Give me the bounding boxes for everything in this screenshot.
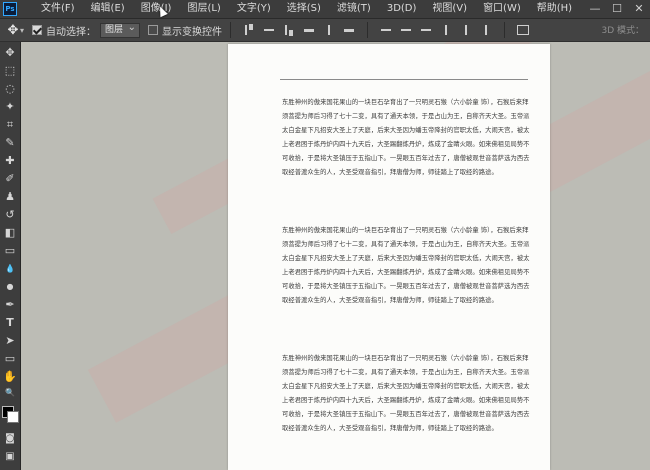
background-color-swatch[interactable] <box>7 411 19 423</box>
align-right-icon[interactable] <box>342 24 356 36</box>
paragraph: 东胜神州的傲来国花果山的一块巨石孕育出了一只明灵石猴（六小龄童 饰），石猴后来拜… <box>282 227 530 304</box>
photoshop-logo-icon: Ps <box>3 2 17 16</box>
align-bottom-icon[interactable] <box>282 24 296 36</box>
paragraph: 东胜神州的傲来国花果山的一块巨石孕育出了一只明灵石猴（六小龄童 饰），石猴后来拜… <box>282 99 530 176</box>
menu-3d[interactable]: 3D(D) <box>379 0 425 18</box>
menu-view[interactable]: 视图(V) <box>424 0 475 18</box>
healing-brush-icon[interactable]: ✚ <box>3 154 17 168</box>
divider <box>367 22 369 38</box>
paragraph: 东胜神州的傲来国花果山的一块巨石孕育出了一只明灵石猴（六小龄童 饰），石猴后来拜… <box>282 355 530 432</box>
distribute-bottom-icon[interactable] <box>419 24 433 36</box>
menu-help[interactable]: 帮助(H) <box>529 0 580 18</box>
auto-select-dropdown[interactable]: 图层 <box>100 21 141 38</box>
quick-mask-icon[interactable]: ◙ <box>3 432 17 446</box>
minimize-button[interactable]: — <box>584 0 606 18</box>
zoom-icon[interactable]: 🔍 <box>3 386 17 400</box>
brush-icon[interactable]: ✐ <box>3 172 17 186</box>
marquee-icon[interactable]: ⬚ <box>3 64 17 78</box>
distribute-top-icon[interactable] <box>379 24 393 36</box>
tools-panel: ✥ ⬚ ◌ ✦ ⌗ ✎ ✚ ✐ ♟ ↺ ◧ ▭ 💧 ● ✒ T ➤ ▭ ✋ 🔍 … <box>0 42 21 470</box>
menu-select[interactable]: 选择(S) <box>279 0 329 18</box>
pen-icon[interactable]: ✒ <box>3 298 17 312</box>
path-selection-icon[interactable]: ➤ <box>3 334 17 348</box>
options-bar: ✥ ▾ 自动选择： 图层 显示变换控件 3D 模式： <box>0 19 650 42</box>
menu-bar: Ps 文件(F) 编辑(E) 图像(I) 图层(L) 文字(Y) 选择(S) 滤… <box>0 0 650 19</box>
chevron-down-icon[interactable]: ▾ <box>20 26 24 35</box>
show-transform-label: 显示变换控件 <box>162 26 223 38</box>
blur-icon[interactable]: 💧 <box>3 262 17 276</box>
window-controls: — ☐ ✕ <box>584 0 650 18</box>
close-button[interactable]: ✕ <box>628 0 650 18</box>
screen-mode-icon[interactable]: ▣ <box>3 450 17 464</box>
type-icon[interactable]: T <box>3 316 17 330</box>
3d-mode-label: 3D 模式： <box>601 26 644 36</box>
maximize-button[interactable]: ☐ <box>606 0 628 18</box>
align-top-icon[interactable] <box>242 24 256 36</box>
distribute-right-icon[interactable] <box>479 24 493 36</box>
auto-align-icon[interactable] <box>516 24 530 36</box>
rectangle-icon[interactable]: ▭ <box>3 352 17 366</box>
align-left-icon[interactable] <box>302 24 316 36</box>
eyedropper-icon[interactable]: ✎ <box>3 136 17 150</box>
move-icon[interactable]: ✥ <box>3 46 17 60</box>
auto-select-checkbox[interactable] <box>32 25 43 35</box>
menu-type[interactable]: 文字(Y) <box>229 0 279 18</box>
dodge-icon[interactable]: ● <box>3 280 17 294</box>
document-window[interactable]: 东胜神州的傲来国花果山的一块巨石孕育出了一只明灵石猴（六小龄童 饰），石猴后来拜… <box>21 42 650 470</box>
header-rule <box>280 79 528 80</box>
menu-file[interactable]: 文件(F) <box>23 0 83 18</box>
menu-layer[interactable]: 图层(L) <box>179 0 228 18</box>
stamp-icon[interactable]: ♟ <box>3 190 17 204</box>
menu-edit[interactable]: 编辑(E) <box>83 0 133 18</box>
show-transform-checkbox[interactable] <box>148 25 159 35</box>
divider <box>504 22 506 38</box>
gradient-icon[interactable]: ▭ <box>3 244 17 258</box>
magic-wand-icon[interactable]: ✦ <box>3 100 17 114</box>
align-hcenter-icon[interactable] <box>322 24 336 36</box>
crop-icon[interactable]: ⌗ <box>3 118 17 132</box>
distribute-left-icon[interactable] <box>439 24 453 36</box>
history-brush-icon[interactable]: ↺ <box>3 208 17 222</box>
divider <box>230 22 232 38</box>
distribute-hcenter-icon[interactable] <box>459 24 473 36</box>
distribute-vcenter-icon[interactable] <box>399 24 413 36</box>
hand-icon[interactable]: ✋ <box>3 370 17 384</box>
lasso-icon[interactable]: ◌ <box>3 82 17 96</box>
menu-window[interactable]: 窗口(W) <box>475 0 529 18</box>
auto-select-label: 自动选择： <box>46 26 97 38</box>
align-vcenter-icon[interactable] <box>262 24 276 36</box>
document-page[interactable]: 东胜神州的傲来国花果山的一块巨石孕育出了一只明灵石猴（六小龄童 饰），石猴后来拜… <box>228 44 550 470</box>
eraser-icon[interactable]: ◧ <box>3 226 17 240</box>
menu-filter[interactable]: 滤镜(T) <box>329 0 379 18</box>
